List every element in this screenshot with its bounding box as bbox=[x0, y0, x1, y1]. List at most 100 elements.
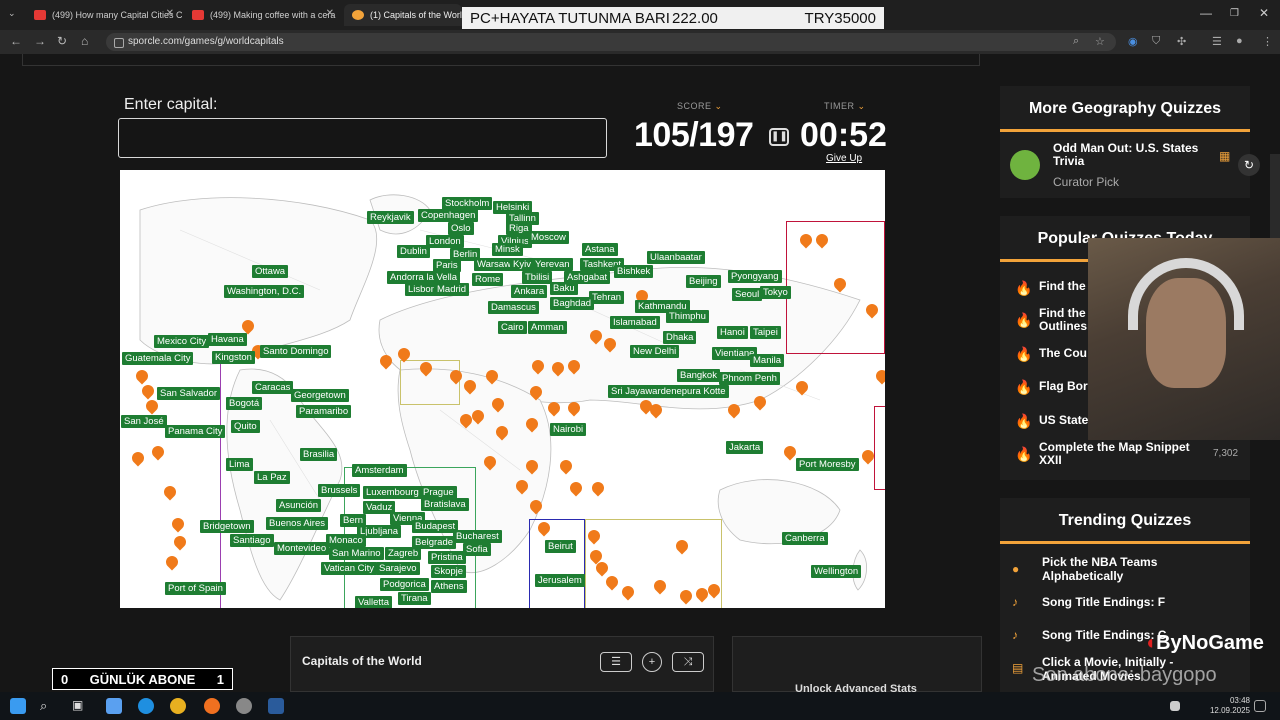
capital-label: Luxembourg bbox=[363, 486, 422, 499]
capital-label: Moscow bbox=[528, 231, 569, 244]
capital-label: Asunción bbox=[276, 499, 322, 512]
timer-label: TIMER ⌄ bbox=[824, 101, 866, 112]
popular-item[interactable]: Complete the Map Snippet XXII bbox=[1039, 441, 1199, 467]
score-label-text: SCORE bbox=[677, 101, 712, 111]
capital-label: Bangkok bbox=[677, 369, 720, 382]
trending-item[interactable]: Pick the NBA Teams Alphabetically bbox=[1042, 555, 1202, 583]
chevron-down-icon[interactable]: ⌄ bbox=[715, 101, 723, 111]
media-icon[interactable]: ☰ bbox=[1212, 35, 1222, 48]
tab-2[interactable]: (499) Making coffee with a cera ✕ bbox=[184, 4, 342, 26]
capital-label: Reykjavik bbox=[367, 211, 414, 224]
capital-label: Valletta bbox=[355, 596, 392, 608]
capital-label: Monaco bbox=[326, 534, 366, 547]
capital-label: Phnom Penh bbox=[719, 372, 780, 385]
more-item-title[interactable]: Odd Man Out: U.S. States Trivia bbox=[1053, 142, 1203, 168]
answer-input[interactable] bbox=[118, 118, 607, 158]
music-note-icon: ♪ bbox=[1012, 595, 1018, 609]
window-close-icon[interactable]: ✕ bbox=[1259, 6, 1269, 20]
donation-current: 222.00 bbox=[672, 9, 718, 27]
list-view-button[interactable]: ☰ bbox=[600, 652, 632, 672]
donation-goal: TRY35000 bbox=[804, 9, 876, 27]
minimize-icon[interactable]: — bbox=[1200, 6, 1212, 20]
capital-label: Santiago bbox=[230, 534, 274, 547]
capital-label: Dhaka bbox=[663, 331, 697, 344]
volume-icon[interactable] bbox=[1170, 701, 1180, 711]
home-icon[interactable]: ⌂ bbox=[81, 34, 88, 48]
capital-label: Madrid bbox=[434, 283, 470, 296]
back-icon[interactable]: ← bbox=[10, 34, 22, 48]
tab-search-icon[interactable]: ⌄ bbox=[8, 8, 16, 19]
search-icon[interactable]: ⌕ bbox=[40, 698, 56, 714]
basketball-icon: ● bbox=[1012, 562, 1020, 576]
capital-label: Damascus bbox=[488, 301, 539, 314]
popular-item[interactable]: Flag Bor bbox=[1039, 380, 1088, 393]
capital-label: Hanoi bbox=[717, 326, 748, 339]
film-icon: ▤ bbox=[1012, 661, 1024, 675]
steam-icon[interactable] bbox=[268, 698, 284, 714]
clock-time: 03:48 bbox=[1229, 696, 1250, 705]
capital-label: Caracas bbox=[252, 381, 294, 394]
capital-label: La Paz bbox=[254, 471, 290, 484]
restore-icon[interactable]: ❐ bbox=[1230, 8, 1239, 19]
capital-label: Paramaribo bbox=[296, 405, 352, 418]
add-playlist-button[interactable]: + bbox=[642, 652, 662, 672]
url-bar[interactable]: sporcle.com/games/g/worldcapitals bbox=[106, 33, 1116, 51]
capital-label: Beirut bbox=[545, 540, 576, 553]
edge-icon[interactable] bbox=[138, 698, 154, 714]
fire-icon: 🔥 bbox=[1015, 346, 1033, 362]
pause-button[interactable]: ❚❚ bbox=[769, 128, 789, 146]
bookmark-star-icon[interactable]: ☆ bbox=[1095, 35, 1105, 48]
tab-title: (1) Capitals of the World M bbox=[370, 10, 462, 20]
bynogame-watermark: ◖ByNoGame bbox=[1144, 632, 1264, 655]
capital-label: Port Moresby bbox=[796, 458, 859, 471]
capital-label: Washington, D.C. bbox=[224, 285, 305, 298]
give-up-link[interactable]: Give Up bbox=[826, 153, 862, 164]
grid-icon[interactable]: ▦ bbox=[1219, 149, 1230, 163]
close-icon[interactable]: ✕ bbox=[326, 8, 334, 19]
tab-1[interactable]: (499) How many Capital Cities C ✕ bbox=[26, 4, 182, 26]
capital-label: Budapest bbox=[412, 520, 459, 533]
world-map[interactable]: Stockholm Helsinki Tallinn Reykjavik Cop… bbox=[120, 170, 885, 608]
extension-icon[interactable]: ◉ bbox=[1128, 35, 1138, 48]
capital-label: Zagreb bbox=[385, 547, 422, 560]
menu-icon[interactable]: ⋮ bbox=[1262, 35, 1273, 48]
shuffle-button[interactable]: ⤨ bbox=[672, 652, 704, 672]
trending-item[interactable]: Song Title Endings: F bbox=[1042, 595, 1165, 609]
capital-label: Beijing bbox=[686, 275, 721, 288]
popular-item[interactable]: The Cou bbox=[1039, 347, 1087, 360]
tab-3-active[interactable]: (1) Capitals of the World M bbox=[344, 4, 462, 26]
popular-item[interactable]: US State bbox=[1039, 414, 1088, 427]
clock[interactable]: 03:48 12.09.2025 bbox=[1210, 696, 1250, 716]
close-icon[interactable]: ✕ bbox=[166, 8, 174, 19]
task-view-icon[interactable]: ▣ bbox=[72, 698, 88, 714]
globe-thumbnail-icon[interactable] bbox=[1010, 150, 1040, 180]
zoom-icon[interactable]: ⌕ bbox=[1073, 35, 1079, 48]
more-geography-heading: More Geography Quizzes bbox=[1000, 86, 1250, 132]
capital-label: London bbox=[426, 235, 464, 248]
clock-date: 12.09.2025 bbox=[1209, 706, 1250, 715]
capital-label: San José bbox=[121, 415, 167, 428]
capital-label: Kingston bbox=[212, 351, 255, 364]
forward-icon[interactable]: → bbox=[34, 34, 46, 48]
reload-icon[interactable]: ↻ bbox=[57, 34, 67, 48]
chevron-down-icon[interactable]: ⌄ bbox=[858, 101, 866, 111]
capital-label: Bishkek bbox=[614, 265, 654, 278]
headphones bbox=[1128, 258, 1244, 330]
profile-icon[interactable]: ● bbox=[1236, 35, 1243, 47]
firefox-icon[interactable] bbox=[204, 698, 220, 714]
popular-item[interactable]: Find the bbox=[1039, 280, 1086, 293]
obs-icon[interactable] bbox=[236, 698, 252, 714]
puzzle-icon[interactable]: ✣ bbox=[1177, 35, 1186, 48]
counter-label: GÜNLÜK ABONE bbox=[89, 671, 196, 687]
capital-label: Pyongyang bbox=[728, 270, 782, 283]
fire-icon: 🔥 bbox=[1015, 379, 1033, 395]
copilot-icon[interactable] bbox=[106, 698, 122, 714]
sporcle-icon bbox=[352, 10, 364, 20]
shield-icon[interactable]: ⛉ bbox=[1152, 35, 1160, 48]
capital-label: Brasilia bbox=[300, 448, 338, 461]
start-icon[interactable] bbox=[10, 698, 26, 714]
notification-icon[interactable] bbox=[1254, 700, 1266, 712]
capital-label: Baku bbox=[550, 282, 578, 295]
chrome-icon[interactable] bbox=[170, 698, 186, 714]
refresh-icon[interactable]: ↻ bbox=[1238, 154, 1260, 176]
